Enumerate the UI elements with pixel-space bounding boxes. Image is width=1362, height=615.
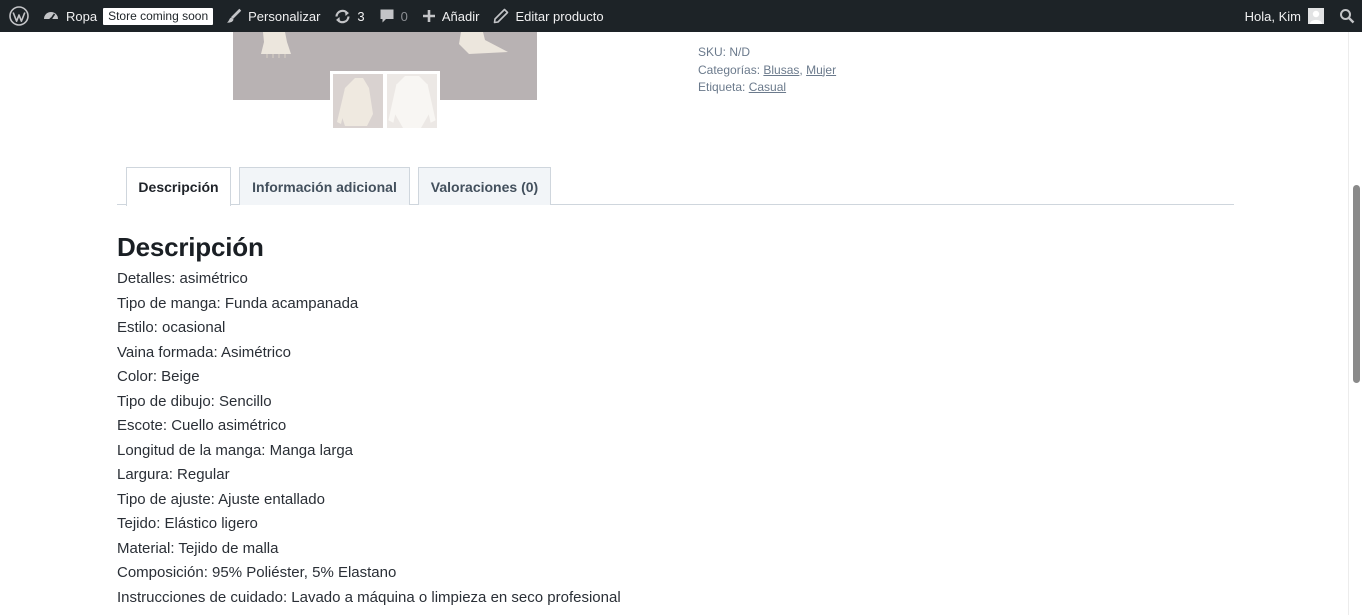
tab-description[interactable]: Descripción	[126, 167, 231, 206]
description-line: Longitud de la manga: Manga larga	[117, 441, 354, 459]
category-link-blusas[interactable]: Blusas	[763, 63, 799, 77]
tab-additional-information[interactable]: Información adicional	[239, 167, 410, 205]
sku-row: SKU: N/D	[698, 44, 836, 62]
categories-label: Categorías:	[698, 62, 761, 77]
description-line: Tipo de manga: Funda acampanada	[117, 294, 359, 312]
sku-value: N/D	[729, 45, 751, 59]
howdy-text: Hola, Kim	[1244, 8, 1301, 24]
scrollbar-thumb[interactable]	[1353, 185, 1360, 383]
description-line: Tipo de ajuste: Ajuste entallado	[117, 490, 325, 508]
tag-link-casual[interactable]: Casual	[749, 80, 786, 94]
description-line: Escote: Cuello asimétrico	[117, 417, 287, 434]
description-line: Material: Tejido de malla	[117, 539, 279, 557]
description-line: Composición: 95% Poliéster, 5% Elastano	[117, 564, 397, 581]
product-tabs: Descripción Información adicional Valora…	[117, 167, 1234, 206]
tag-label: Etiqueta:	[698, 80, 746, 94]
pencil-icon	[493, 8, 509, 24]
description-line: Vaina formada: Asimétrico	[117, 343, 291, 361]
store-coming-soon-badge[interactable]: Store coming soon	[103, 7, 214, 25]
updates-link[interactable]: 3	[327, 0, 371, 32]
admin-bar: Ropa Store coming soon Personalizar 3 0 …	[0, 0, 1362, 32]
description-heading: Descripción	[117, 232, 264, 262]
comments-link[interactable]: 0	[372, 0, 415, 32]
description-line: Tipo de dibujo: Sencillo	[117, 392, 272, 410]
description-list: Detalles: asimétrico Tipo de manga: Fund…	[117, 267, 621, 610]
my-account-menu[interactable]: Hola, Kim	[1237, 0, 1332, 32]
customize-link[interactable]: Personalizar	[219, 0, 327, 32]
description-line: Instrucciones de cuidado: Lavado a máqui…	[117, 588, 621, 606]
categories-row: Categorías: Blusas, Mujer	[698, 62, 837, 77]
admin-bar-secondary: Hola, Kim	[1237, 0, 1362, 32]
wordpress-logo-icon[interactable]	[0, 0, 38, 32]
site-name-menu[interactable]: Ropa	[38, 0, 103, 32]
site-name: Ropa	[66, 8, 98, 24]
comments-count: 0	[400, 8, 408, 24]
dashboard-icon	[42, 7, 60, 25]
edit-product-label: Editar producto	[515, 8, 604, 24]
sku-label: SKU:	[698, 45, 727, 59]
store-status[interactable]: Store coming soon	[103, 0, 219, 32]
tab-reviews[interactable]: Valoraciones (0)	[418, 167, 551, 205]
gallery-thumbnail[interactable]	[330, 71, 386, 131]
category-link-mujer[interactable]: Mujer	[806, 63, 836, 77]
description-line: Tejido: Elástico ligero	[117, 515, 258, 532]
customize-label: Personalizar	[248, 8, 321, 24]
plus-icon	[422, 9, 436, 23]
description-line: Estilo: ocasional	[117, 319, 226, 336]
new-label: Añadir	[441, 8, 480, 24]
gallery-thumbnail[interactable]	[384, 71, 440, 131]
description-line: Color: Beige	[117, 368, 200, 385]
description-line: Detalles: asimétrico	[117, 270, 248, 287]
page-scrollbar[interactable]	[1348, 32, 1362, 615]
updates-count: 3	[357, 8, 365, 24]
updates-icon	[334, 8, 351, 25]
edit-product-link[interactable]: Editar producto	[486, 0, 610, 32]
avatar	[1308, 8, 1324, 24]
product-meta: SKU: N/D Categorías: Blusas, Mujer Etiqu…	[698, 44, 836, 97]
tag-row: Etiqueta: Casual	[698, 79, 836, 97]
new-content-link[interactable]: Añadir	[415, 0, 487, 32]
brush-icon	[226, 8, 242, 24]
description-line: Largura: Regular	[117, 466, 230, 483]
search-icon[interactable]	[1332, 0, 1362, 32]
comment-icon	[379, 8, 395, 24]
